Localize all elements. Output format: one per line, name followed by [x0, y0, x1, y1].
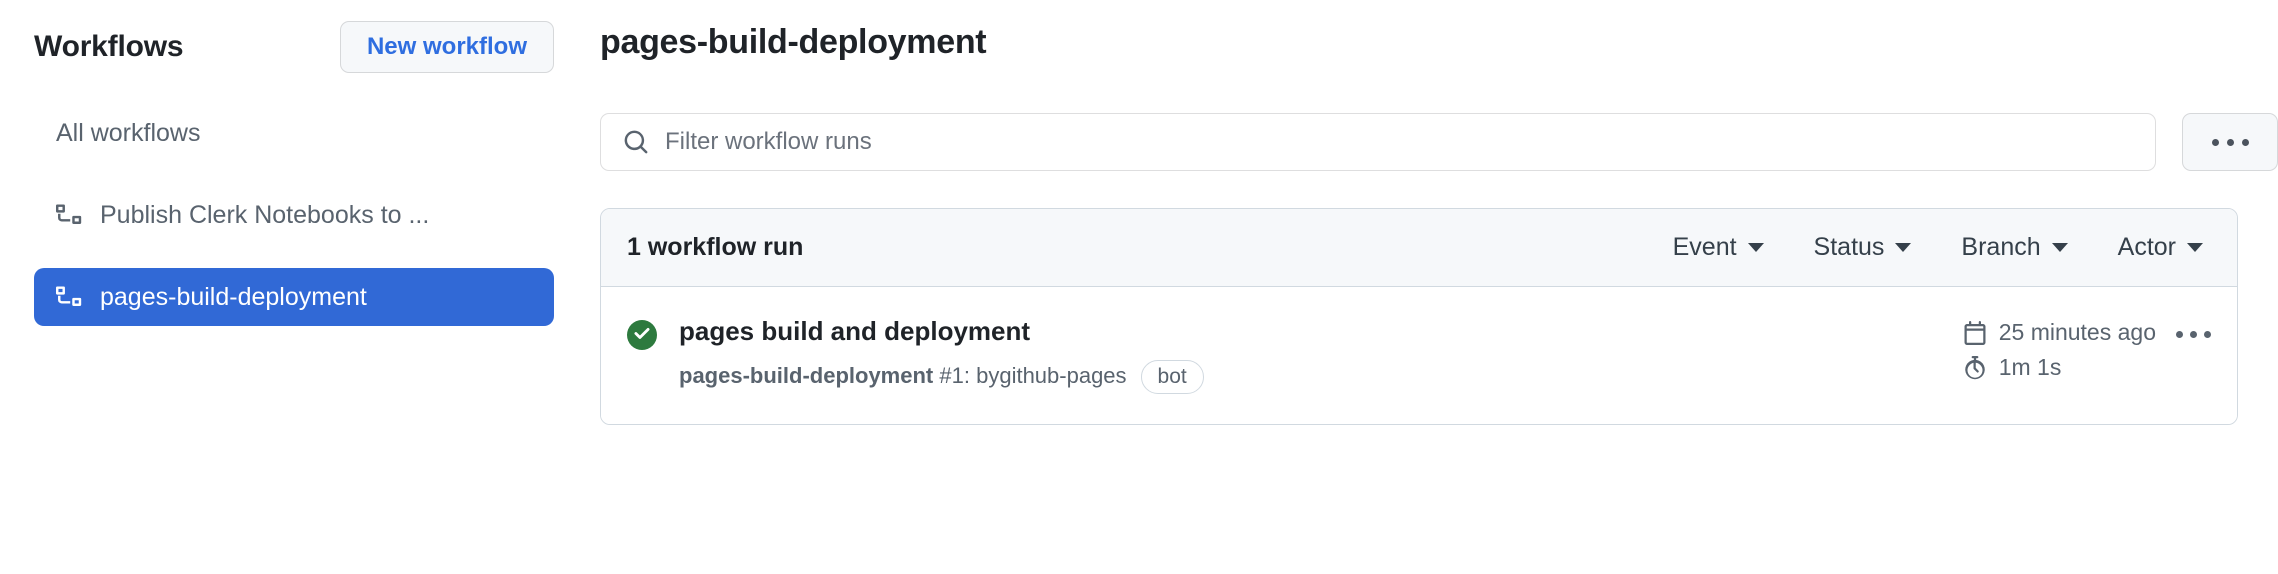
workflow-run-meta-lines: 25 minutes ago 1m 1s — [1963, 319, 2156, 381]
sidebar-item-label: Publish Clerk Notebooks to ... — [100, 200, 430, 229]
workflow-run-subtitle: pages-build-deployment #1 : by github-pa… — [679, 359, 1963, 394]
sidebar-item-all-workflows[interactable]: All workflows — [34, 104, 554, 162]
filter-actor-label: Actor — [2117, 233, 2176, 261]
bot-badge: bot — [1140, 359, 1204, 394]
workflow-runs-header: 1 workflow run Event Status Branch Actor — [601, 209, 2237, 287]
chevron-down-icon — [1747, 243, 1764, 252]
chevron-down-icon — [1895, 243, 1912, 252]
workflow-icon — [56, 202, 82, 228]
workflow-overflow-menu-button[interactable] — [2182, 113, 2278, 171]
workflow-run-workflow-name: pages-build-deployment — [679, 363, 934, 389]
stopwatch-icon — [1963, 355, 1987, 380]
workflow-run-number: #1 — [939, 363, 964, 389]
sidebar-item-pages-build-deployment[interactable]: pages-build-deployment — [34, 268, 554, 326]
kebab-horizontal-icon — [2176, 331, 2183, 338]
workflow-run-duration: 1m 1s — [1963, 354, 2156, 381]
workflow-run-time-label: 25 minutes ago — [1998, 319, 2156, 345]
filter-event[interactable]: Event — [1648, 233, 1789, 262]
calendar-icon — [1963, 320, 1987, 345]
sidebar-header: Workflows New workflow — [34, 21, 554, 73]
sidebar-item-label: pages-build-deployment — [100, 282, 367, 311]
kebab-horizontal-icon — [2190, 331, 2197, 338]
workflow-run-row[interactable]: pages build and deployment pages-build-d… — [601, 287, 2237, 424]
workflow-run-count: 1 workflow run — [627, 233, 804, 261]
check-circle-fill-icon — [627, 320, 657, 350]
workflow-run-main: pages build and deployment pages-build-d… — [679, 315, 1963, 394]
workflow-run-actor[interactable]: github-pages — [999, 362, 1126, 391]
workflow-run-time: 25 minutes ago — [1963, 319, 2156, 346]
workflows-page: Workflows New workflow All workflows Pub… — [0, 0, 2278, 574]
workflows-nav-list: All workflows Publish Clerk Notebooks to… — [34, 104, 554, 350]
workflow-main-panel: pages-build-deployment 1 workflow run — [600, 0, 2278, 574]
filter-actor[interactable]: Actor — [2093, 233, 2209, 262]
workflows-sidebar: Workflows New workflow All workflows Pub… — [0, 0, 580, 574]
filter-branch[interactable]: Branch — [1936, 233, 2092, 262]
kebab-horizontal-icon — [2211, 138, 2219, 146]
workflow-run-title[interactable]: pages build and deployment — [679, 315, 1963, 348]
workflow-run-by-text: : by — [963, 363, 1000, 389]
new-workflow-button[interactable]: New workflow — [339, 21, 554, 73]
filter-row — [600, 113, 2278, 171]
filter-event-label: Event — [1672, 233, 1737, 261]
workflow-run-overflow-menu-button[interactable] — [2176, 331, 2211, 338]
kebab-horizontal-icon — [2241, 138, 2249, 146]
search-input[interactable] — [665, 128, 2133, 156]
chevron-down-icon — [2187, 243, 2203, 252]
workflow-run-duration-label: 1m 1s — [1998, 354, 2062, 380]
chevron-down-icon — [2051, 243, 2068, 252]
kebab-horizontal-icon — [2226, 138, 2234, 146]
search-box[interactable] — [600, 113, 2156, 171]
sidebar-item-label: All workflows — [56, 118, 201, 147]
page-title: pages-build-deployment — [600, 23, 987, 61]
sidebar-item-publish-clerk-notebooks[interactable]: Publish Clerk Notebooks to ... — [34, 186, 554, 244]
filter-status-label: Status — [1813, 233, 1885, 261]
kebab-horizontal-icon — [2204, 331, 2211, 338]
sidebar-title: Workflows — [34, 30, 184, 63]
workflow-runs-card: 1 workflow run Event Status Branch Actor… — [600, 208, 2238, 425]
workflow-runs-filters: Event Status Branch Actor — [1648, 233, 2209, 262]
workflow-run-meta: 25 minutes ago 1m 1s — [1963, 315, 2211, 381]
filter-branch-label: Branch — [1961, 233, 2041, 261]
search-icon — [623, 129, 649, 155]
workflow-icon — [56, 284, 82, 310]
filter-status[interactable]: Status — [1789, 233, 1937, 262]
